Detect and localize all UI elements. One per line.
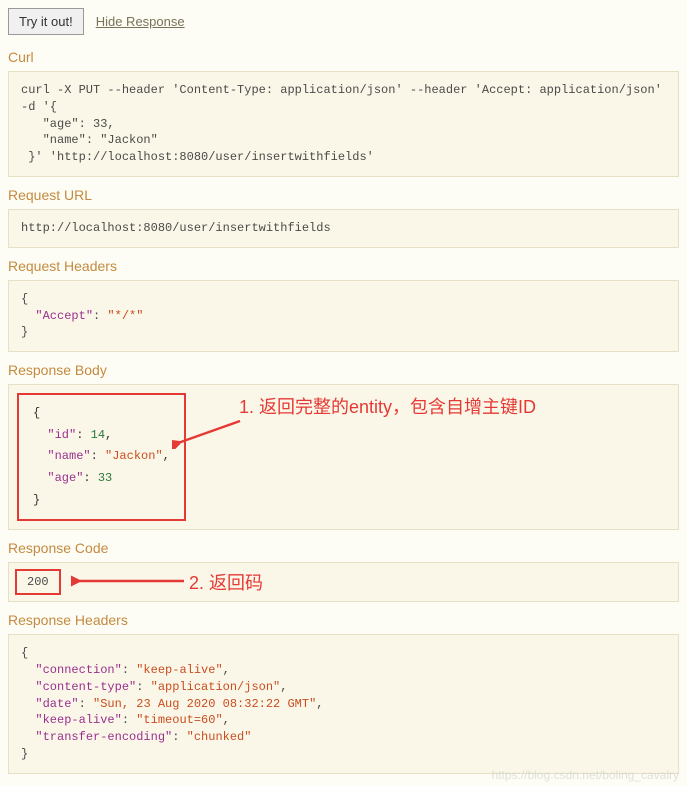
ctype-key: "content-type"	[35, 680, 136, 694]
accept-val: "*/*"	[107, 309, 143, 323]
request-headers-content: { "Accept": "*/*" }	[8, 280, 679, 352]
response-body-content: { "id": 14, "name": "Jackon", "age": 33 …	[17, 393, 186, 521]
conn-key: "connection"	[35, 663, 121, 677]
response-code-content: 200	[15, 569, 61, 595]
name-val: "Jackon"	[105, 449, 163, 463]
date-val: "Sun, 23 Aug 2020 08:32:22 GMT"	[93, 697, 316, 711]
ctype-val: "application/json"	[151, 680, 281, 694]
date-key: "date"	[35, 697, 78, 711]
trans-val: "chunked"	[187, 730, 252, 744]
arrow-1-icon	[172, 419, 242, 449]
age-key: "age"	[47, 471, 83, 485]
request-url-header: Request URL	[8, 187, 679, 203]
try-it-out-button[interactable]: Try it out!	[8, 8, 84, 35]
conn-val: "keep-alive"	[136, 663, 222, 677]
watermark: https://blog.csdn.net/boling_cavalry	[492, 768, 679, 782]
request-headers-header: Request Headers	[8, 258, 679, 274]
annotation-2: 2. 返回码	[189, 569, 263, 595]
keep-key: "keep-alive"	[35, 713, 121, 727]
curl-header: Curl	[8, 49, 679, 65]
id-val: 14	[91, 428, 105, 442]
keep-val: "timeout=60"	[136, 713, 222, 727]
curl-content: curl -X PUT --header 'Content-Type: appl…	[8, 71, 679, 177]
accept-key: "Accept"	[35, 309, 93, 323]
id-key: "id"	[47, 428, 76, 442]
request-url-content: http://localhost:8080/user/insertwithfie…	[8, 209, 679, 248]
hide-response-link[interactable]: Hide Response	[96, 14, 185, 29]
arrow-2-icon	[71, 575, 186, 587]
response-code-header: Response Code	[8, 540, 679, 556]
age-val: 33	[98, 471, 112, 485]
response-headers-content: { "connection": "keep-alive", "content-t…	[8, 634, 679, 774]
response-body-wrapper: { "id": 14, "name": "Jackon", "age": 33 …	[8, 384, 679, 530]
trans-key: "transfer-encoding"	[35, 730, 172, 744]
response-body-header: Response Body	[8, 362, 679, 378]
name-key: "name"	[47, 449, 90, 463]
response-code-wrapper: 200 2. 返回码	[8, 562, 679, 602]
response-headers-header: Response Headers	[8, 612, 679, 628]
annotation-1: 1. 返回完整的entity，包含自增主键ID	[239, 393, 536, 419]
